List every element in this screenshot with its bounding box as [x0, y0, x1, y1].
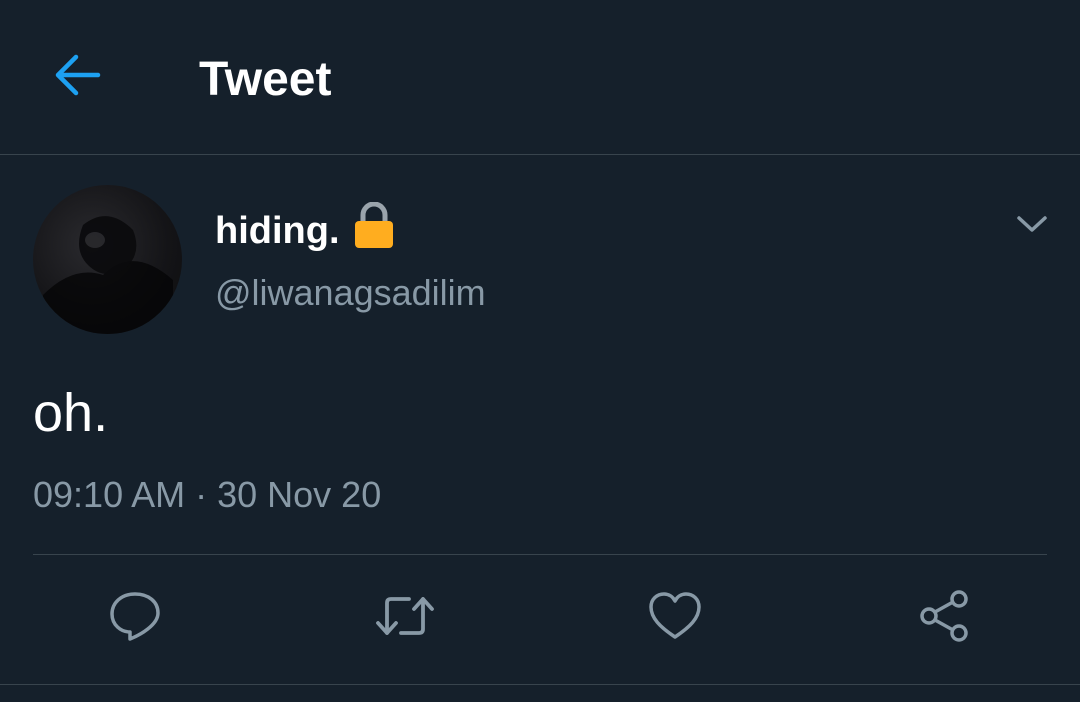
page-title: Tweet — [199, 53, 332, 106]
retweet-icon — [375, 591, 435, 646]
tweet-timestamp: 09:10 AM · 30 Nov 20 — [33, 472, 381, 518]
display-name[interactable]: hiding. — [215, 201, 394, 260]
tweet-date: 30 Nov 20 — [217, 474, 382, 515]
reply-button[interactable] — [107, 590, 163, 646]
like-button[interactable] — [647, 590, 703, 646]
username[interactable]: @liwanagsadilim — [215, 270, 486, 316]
display-name-text: hiding. — [215, 210, 340, 252]
share-icon — [918, 589, 972, 648]
chevron-down-icon — [1015, 213, 1049, 240]
back-button[interactable] — [48, 50, 106, 104]
tweet-options-button[interactable] — [1012, 208, 1052, 244]
divider — [0, 684, 1080, 685]
reply-icon — [108, 589, 162, 648]
tweet-time: 09:10 AM — [33, 474, 186, 515]
lock-icon — [354, 201, 394, 260]
timestamp-separator: · — [195, 474, 208, 515]
tweet-text: oh. — [33, 383, 109, 443]
heart-icon — [648, 591, 702, 646]
avatar[interactable] — [33, 185, 182, 334]
share-button[interactable] — [917, 589, 973, 648]
top-app-bar: Tweet — [0, 0, 1080, 155]
retweet-button[interactable] — [375, 590, 435, 646]
divider — [33, 554, 1047, 555]
arrow-left-icon — [52, 53, 102, 102]
